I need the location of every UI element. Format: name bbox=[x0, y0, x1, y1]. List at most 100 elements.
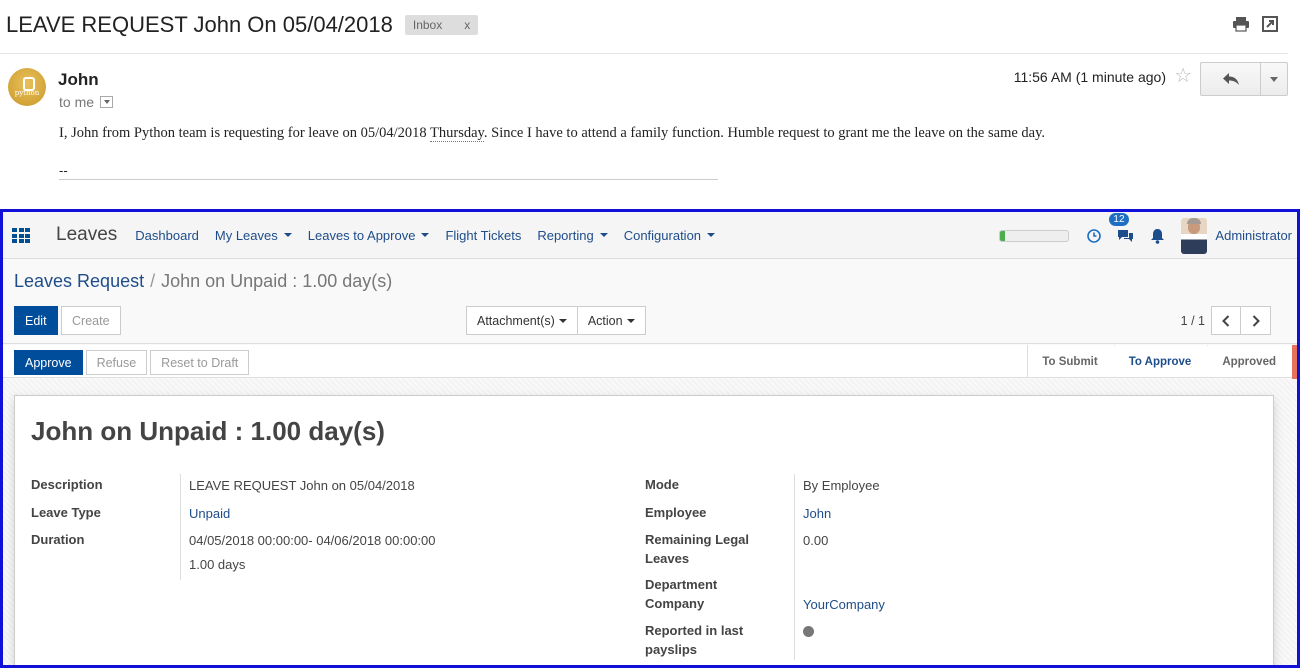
chevron-left-icon bbox=[1222, 314, 1230, 327]
email-header-divider bbox=[0, 53, 1288, 54]
pager-value[interactable]: 1 / 1 bbox=[1181, 314, 1205, 328]
breadcrumb-parent[interactable]: Leaves Request bbox=[14, 271, 144, 292]
stage-approved[interactable]: Approved bbox=[1207, 345, 1292, 378]
menu-item-reporting[interactable]: Reporting bbox=[537, 227, 608, 243]
notification-bell-icon[interactable] bbox=[1150, 228, 1165, 244]
control-panel: Leaves Request / John on Unpaid : 1.00 d… bbox=[3, 260, 1297, 344]
pager-previous-button[interactable] bbox=[1211, 306, 1241, 335]
action-label: Action bbox=[587, 313, 623, 328]
sender-avatar: python bbox=[8, 68, 46, 106]
attachments-dropdown[interactable]: Attachment(s) bbox=[466, 306, 578, 335]
email-signature: -- bbox=[59, 163, 68, 178]
chevron-right-icon bbox=[1252, 314, 1260, 327]
right-column-separator bbox=[794, 474, 795, 660]
reply-button[interactable] bbox=[1201, 63, 1261, 95]
reported-payslips-label: Reported in last payslips bbox=[645, 621, 743, 659]
employee-label: Employee bbox=[645, 505, 707, 520]
email-subject-bar: LEAVE REQUEST John On 05/04/2018 Inbox x bbox=[6, 10, 479, 40]
user-avatar[interactable] bbox=[1181, 217, 1208, 254]
reported-payslips-checkbox[interactable] bbox=[803, 626, 814, 637]
duration-label: Duration bbox=[31, 532, 85, 547]
stage-to-submit[interactable]: To Submit bbox=[1027, 345, 1123, 378]
reported-payslips-label-line2: payslips bbox=[645, 642, 698, 657]
signature-divider bbox=[59, 179, 718, 180]
department-company-label: Department Company bbox=[645, 575, 717, 613]
department-label: Department bbox=[645, 577, 718, 592]
top-menu: Dashboard My Leaves Leaves to Approve Fligh… bbox=[135, 227, 716, 243]
action-dropdown[interactable]: Action bbox=[577, 306, 646, 335]
mode-label: Mode bbox=[645, 477, 679, 492]
breadcrumb: Leaves Request / John on Unpaid : 1.00 d… bbox=[14, 271, 392, 292]
duration-range: 04/05/2018 00:00:00- 04/06/2018 00:00:00 bbox=[189, 533, 436, 548]
remaining-leaves-label-line1: Remaining Legal bbox=[645, 532, 750, 547]
recipient-line: to me bbox=[59, 94, 114, 110]
pager-next-button[interactable] bbox=[1241, 306, 1271, 335]
menu-item-configuration[interactable]: Configuration bbox=[623, 227, 716, 243]
details-dropdown-icon[interactable] bbox=[100, 96, 114, 108]
leave-type-label: Leave Type bbox=[31, 505, 101, 520]
messages-icon[interactable]: 12 bbox=[1109, 212, 1134, 243]
menu-item-my-leaves[interactable]: My Leaves bbox=[215, 228, 292, 243]
reply-button-group bbox=[1200, 62, 1288, 96]
email-body: I, John from Python team is requesting f… bbox=[59, 125, 1045, 142]
apps-grid-icon[interactable] bbox=[12, 228, 30, 243]
menu-item-label: Flight Tickets bbox=[445, 227, 522, 243]
duration-days: 1.00 days bbox=[189, 557, 246, 572]
activity-clock-icon[interactable] bbox=[1087, 228, 1102, 243]
remaining-leaves-label: Remaining Legal Leaves bbox=[645, 530, 749, 568]
email-body-start: I, John from Python team is requesting f… bbox=[59, 125, 431, 141]
user-menu[interactable]: Administrator bbox=[1215, 228, 1292, 243]
caret-down-icon bbox=[599, 233, 608, 237]
navbar-systray: 12 Administrator bbox=[999, 212, 1292, 259]
mode-value: By Employee bbox=[803, 478, 880, 493]
workflow-buttons: Approve Refuse Reset to Draft bbox=[14, 350, 250, 375]
menu-item-leaves-to-approve[interactable]: Leaves to Approve bbox=[308, 228, 430, 243]
email-top-actions bbox=[1232, 16, 1278, 32]
more-actions-button[interactable] bbox=[1261, 63, 1287, 95]
attachments-label: Attachment(s) bbox=[477, 313, 555, 328]
menu-item-dashboard[interactable]: Dashboard bbox=[135, 228, 199, 243]
employee-link[interactable]: John bbox=[803, 504, 831, 523]
caret-down-icon bbox=[283, 233, 292, 237]
progress-bar bbox=[999, 229, 1070, 242]
odoo-screenshot-frame: Leaves Dashboard My Leaves Leaves to Appro… bbox=[0, 209, 1300, 668]
menu-item-label: Reporting bbox=[537, 227, 594, 243]
menu-item-label: Dashboard bbox=[135, 227, 199, 243]
print-icon[interactable] bbox=[1232, 16, 1250, 32]
app-name: Leaves bbox=[56, 224, 118, 245]
inbox-label-text: Inbox bbox=[412, 18, 443, 32]
remaining-leaves-value: 0.00 bbox=[803, 533, 829, 548]
form-statusbar: Approve Refuse Reset to Draft To Submit T… bbox=[3, 345, 1297, 378]
approve-button[interactable]: Approve bbox=[14, 350, 83, 375]
company-link[interactable]: YourCompany bbox=[803, 595, 885, 614]
menu-item-flight-tickets[interactable]: Flight Tickets bbox=[445, 228, 521, 243]
caret-down-icon bbox=[558, 318, 567, 323]
stage-to-approve[interactable]: To Approve bbox=[1113, 345, 1215, 378]
breadcrumb-current: John on Unpaid : 1.00 day(s) bbox=[161, 271, 393, 291]
stage-pipeline: To Submit To Approve Approved bbox=[1027, 345, 1292, 378]
remove-label-icon[interactable]: x bbox=[464, 18, 470, 32]
description-label: Description bbox=[31, 477, 103, 492]
pager: 1 / 1 bbox=[1181, 306, 1271, 335]
create-button[interactable]: Create bbox=[61, 306, 121, 335]
form-sheet: John on Unpaid : 1.00 day(s) Description… bbox=[14, 395, 1274, 665]
leave-type-link[interactable]: Unpaid bbox=[189, 504, 230, 523]
email-body-end: . Since I have to attend a family functi… bbox=[483, 125, 1046, 141]
main-navbar: Leaves Dashboard My Leaves Leaves to Appro… bbox=[3, 212, 1297, 259]
popout-icon[interactable] bbox=[1262, 16, 1278, 32]
email-time: 11:56 AM (1 minute ago) bbox=[1013, 69, 1166, 85]
star-icon[interactable]: ☆ bbox=[1174, 66, 1192, 86]
inbox-label-badge[interactable]: Inbox x bbox=[404, 15, 479, 35]
caret-down-icon bbox=[707, 233, 716, 237]
reported-payslips-label-line1: Reported in last bbox=[645, 623, 744, 638]
refuse-button[interactable]: Refuse bbox=[85, 350, 148, 375]
description-value: LEAVE REQUEST John on 05/04/2018 bbox=[189, 478, 415, 493]
recipient-text: to me bbox=[59, 94, 95, 110]
company-label: Company bbox=[645, 596, 705, 611]
edit-button[interactable]: Edit bbox=[14, 306, 58, 335]
caret-down-icon bbox=[626, 318, 635, 323]
reset-to-draft-button[interactable]: Reset to Draft bbox=[150, 350, 250, 375]
caret-down-icon bbox=[421, 233, 430, 237]
record-title: John on Unpaid : 1.00 day(s) bbox=[31, 416, 385, 446]
menu-item-label: Configuration bbox=[623, 227, 702, 243]
